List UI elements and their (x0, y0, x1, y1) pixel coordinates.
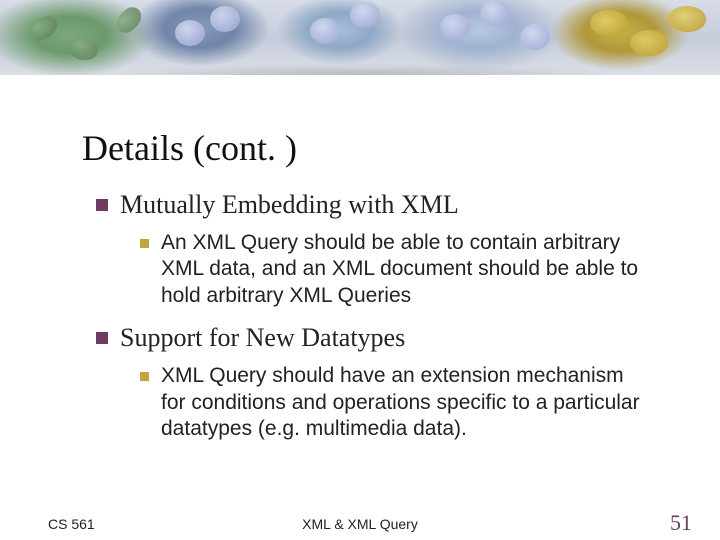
square-bullet-icon (96, 332, 108, 344)
slide-title: Details (cont. ) (82, 127, 720, 169)
list-item: Support for New Datatypes (96, 322, 642, 355)
square-bullet-icon (140, 372, 149, 381)
footer-title: XML & XML Query (0, 516, 720, 532)
slide-content: Mutually Embedding with XML An XML Query… (78, 189, 642, 443)
list-item-label: Support for New Datatypes (120, 322, 405, 355)
list-item-label: Mutually Embedding with XML (120, 189, 459, 222)
decorative-banner (0, 0, 720, 75)
footer-page-number: 51 (670, 510, 692, 536)
list-subitem-text: An XML Query should be able to contain a… (161, 230, 642, 311)
list-subitem: XML Query should have an extension mecha… (140, 363, 642, 444)
square-bullet-icon (140, 239, 149, 248)
list-subitem-text: XML Query should have an extension mecha… (161, 363, 642, 444)
square-bullet-icon (96, 199, 108, 211)
list-subitem: An XML Query should be able to contain a… (140, 230, 642, 311)
list-item: Mutually Embedding with XML (96, 189, 642, 222)
